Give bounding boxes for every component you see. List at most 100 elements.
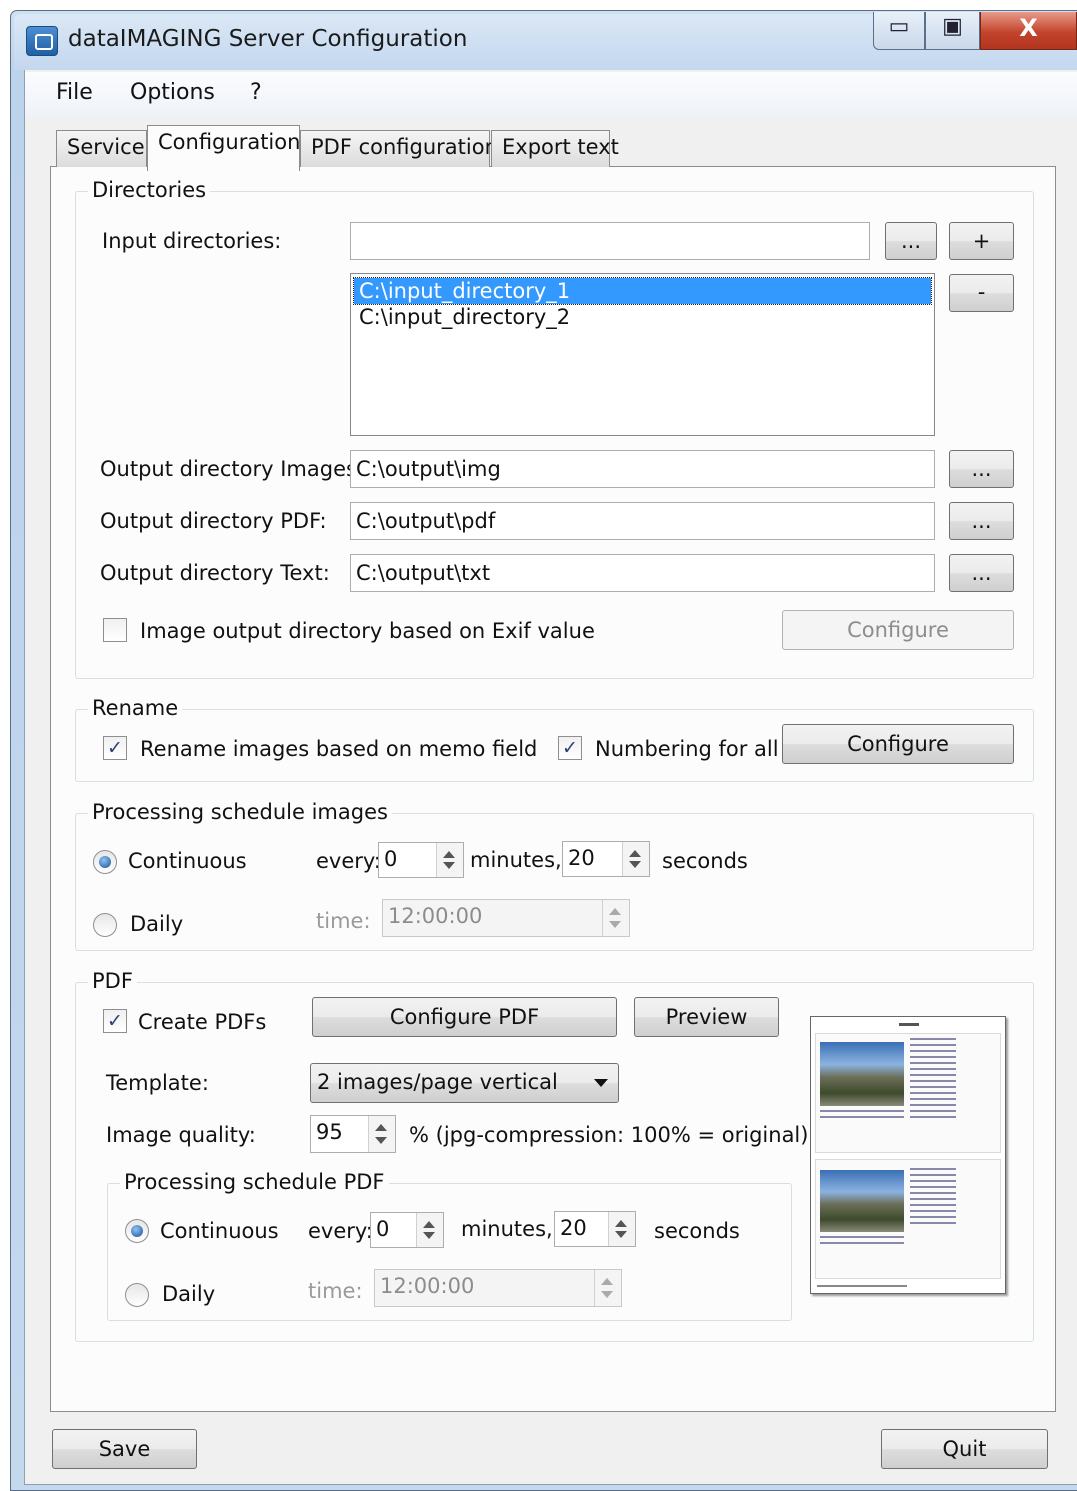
pdf-seconds-stepper[interactable]: 20 — [554, 1211, 636, 1247]
app-icon — [26, 26, 58, 56]
pdf-minutes-stepper[interactable]: 0 — [370, 1212, 444, 1248]
tab-export-text[interactable]: Export text — [491, 130, 619, 167]
output-images-field[interactable]: C:\output\img — [350, 450, 935, 488]
images-minutes-value: 0 — [384, 847, 398, 871]
preview-slot-1 — [815, 1033, 1001, 1153]
remove-directory-button[interactable]: - — [949, 274, 1014, 312]
images-continuous-radio[interactable] — [93, 850, 117, 874]
images-daily-radio[interactable] — [93, 913, 117, 937]
preview-text-lines-2 — [910, 1168, 956, 1226]
arrow-down-icon[interactable] — [443, 862, 455, 869]
numbering-checkbox[interactable]: ✓ — [558, 736, 582, 760]
stepper-arrows[interactable] — [608, 1212, 635, 1246]
arrow-down-icon[interactable] — [423, 1232, 435, 1239]
input-directories-list[interactable]: C:\input_directory_1 C:\input_directory_… — [350, 273, 935, 436]
arrow-up-icon[interactable] — [601, 1278, 613, 1285]
arrow-up-icon[interactable] — [423, 1221, 435, 1228]
exif-label: Image output directory based on Exif val… — [140, 619, 595, 643]
image-quality-stepper[interactable]: 95 — [310, 1115, 396, 1153]
list-item[interactable]: C:\input_directory_2 — [354, 304, 931, 330]
schedule-images-group-label: Processing schedule images — [88, 800, 392, 824]
create-pdfs-label: Create PDFs — [138, 1010, 267, 1034]
output-text-browse-button[interactable]: ... — [949, 554, 1014, 592]
arrow-up-icon[interactable] — [443, 851, 455, 858]
list-item[interactable]: C:\input_directory_1 — [353, 277, 932, 305]
exif-configure-button[interactable]: Configure — [782, 610, 1014, 650]
minimize-icon: ▭ — [888, 14, 910, 39]
save-button[interactable]: Save — [52, 1429, 197, 1469]
output-text-field[interactable]: C:\output\txt — [350, 554, 935, 592]
minimize-button[interactable]: ▭ — [873, 12, 925, 50]
rename-memo-checkbox[interactable]: ✓ — [103, 736, 127, 760]
maximize-button[interactable]: ▣ — [925, 12, 980, 50]
quit-button[interactable]: Quit — [881, 1429, 1048, 1469]
pdf-group-label: PDF — [88, 969, 137, 993]
create-pdfs-checkbox[interactable]: ✓ — [103, 1009, 127, 1033]
images-daily-label: Daily — [130, 912, 184, 936]
stepper-arrows[interactable] — [602, 900, 629, 936]
pdf-seconds-value: 20 — [560, 1216, 587, 1240]
preview-button[interactable]: Preview — [634, 997, 779, 1037]
preview-slot-2 — [815, 1159, 1001, 1279]
configure-pdf-button[interactable]: Configure PDF — [312, 997, 617, 1037]
images-seconds-stepper[interactable]: 20 — [562, 841, 650, 877]
arrow-down-icon[interactable] — [629, 861, 641, 868]
images-time-picker[interactable]: 12:00:00 — [382, 899, 630, 937]
input-directory-field[interactable] — [350, 222, 870, 260]
tab-pdf-configuration[interactable]: PDF configuration — [300, 130, 498, 167]
directories-group-label: Directories — [88, 178, 211, 202]
arrow-down-icon[interactable] — [601, 1291, 613, 1298]
tab-service[interactable]: Service — [56, 130, 147, 167]
images-seconds-value: 20 — [568, 846, 595, 870]
window-title: dataIMAGING Server Configuration — [68, 26, 468, 52]
menu-file[interactable]: File — [56, 80, 93, 105]
add-directory-button[interactable]: + — [949, 222, 1014, 260]
preview-footer-line — [817, 1285, 907, 1287]
pdf-minutes-label: minutes, — [461, 1217, 553, 1241]
checkmark-icon: ✓ — [562, 737, 578, 759]
stepper-arrows[interactable] — [594, 1270, 621, 1306]
rename-memo-label: Rename images based on memo field — [140, 737, 538, 761]
arrow-up-icon[interactable] — [375, 1124, 387, 1131]
preview-photo-1 — [820, 1042, 904, 1106]
images-minutes-stepper[interactable]: 0 — [378, 842, 464, 878]
input-directories-label: Input directories: — [102, 229, 282, 253]
arrow-down-icon[interactable] — [615, 1231, 627, 1238]
stepper-arrows[interactable] — [416, 1213, 443, 1247]
image-quality-label: Image quality: — [106, 1123, 256, 1147]
pdf-daily-radio[interactable] — [125, 1283, 149, 1307]
pdf-continuous-radio[interactable] — [125, 1219, 149, 1243]
arrow-down-icon[interactable] — [609, 921, 621, 928]
close-button[interactable]: X — [980, 12, 1077, 50]
output-text-label: Output directory Text: — [100, 561, 330, 585]
preview-photo-2 — [820, 1170, 904, 1232]
template-select[interactable]: 2 images/page vertical — [310, 1063, 619, 1103]
menu-options[interactable]: Options — [130, 80, 215, 105]
pdf-time-picker[interactable]: 12:00:00 — [374, 1269, 622, 1307]
stepper-arrows[interactable] — [436, 843, 463, 877]
arrow-up-icon[interactable] — [609, 908, 621, 915]
rename-configure-button[interactable]: Configure — [782, 724, 1014, 764]
arrow-up-icon[interactable] — [615, 1220, 627, 1227]
image-quality-value: 95 — [316, 1120, 343, 1144]
exif-checkbox[interactable] — [103, 618, 127, 642]
arrow-down-icon[interactable] — [375, 1137, 387, 1144]
tab-configuration[interactable]: Configuration — [147, 125, 300, 171]
output-pdf-field[interactable]: C:\output\pdf — [350, 502, 935, 540]
output-images-browse-button[interactable]: ... — [949, 450, 1014, 488]
arrow-up-icon[interactable] — [629, 850, 641, 857]
output-images-label: Output directory Images: — [100, 457, 365, 481]
preview-caption-2 — [820, 1236, 904, 1246]
menu-help[interactable]: ? — [250, 80, 262, 105]
preview-text-lines-1 — [910, 1038, 956, 1118]
stepper-arrows[interactable] — [368, 1116, 395, 1152]
template-value: 2 images/page vertical — [317, 1070, 558, 1094]
checkmark-icon: ✓ — [107, 737, 123, 759]
output-pdf-browse-button[interactable]: ... — [949, 502, 1014, 540]
checkmark-icon: ✓ — [107, 1010, 123, 1032]
input-directory-browse-button[interactable]: ... — [885, 222, 937, 260]
pdf-preview-thumbnail — [810, 1016, 1006, 1294]
pdf-every-label: every: — [308, 1219, 373, 1243]
numbering-label: Numbering for all — [595, 737, 779, 761]
stepper-arrows[interactable] — [622, 842, 649, 876]
